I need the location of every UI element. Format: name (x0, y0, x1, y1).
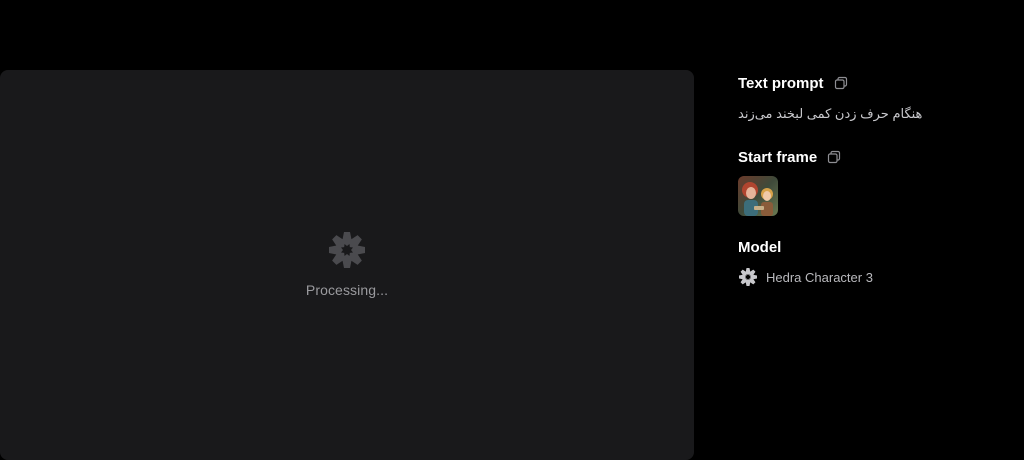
text-prompt-value: هنگام حرف زدن کمی لبخند می‌زند (738, 106, 923, 121)
text-prompt-header: Text prompt (738, 72, 1008, 94)
start-frame-title: Start frame (738, 148, 818, 166)
start-frame-thumbnail[interactable] (738, 176, 778, 216)
processing-indicator: Processing... (0, 230, 694, 298)
model-row: Hedra Character 3 (738, 266, 1008, 288)
page: Processing... Text prompt هنگام حرف زدن … (0, 0, 1024, 460)
model-title: Model (738, 238, 782, 256)
video-preview-panel: Processing... (0, 70, 694, 460)
start-frame-section: Start frame (738, 146, 1008, 216)
text-prompt-section: Text prompt هنگام حرف زدن کمی لبخند می‌ز… (738, 72, 1008, 124)
generation-details: Text prompt هنگام حرف زدن کمی لبخند می‌ز… (738, 72, 1008, 288)
hedra-logo-icon (739, 268, 757, 286)
text-prompt-title: Text prompt (738, 74, 824, 92)
loading-spinner-icon (329, 232, 365, 268)
copy-icon[interactable] (834, 76, 848, 90)
model-name: Hedra Character 3 (766, 269, 873, 285)
model-section: Model Hedra Character 3 (738, 236, 1008, 288)
processing-status-text: Processing... (305, 282, 389, 298)
model-header: Model (738, 236, 1008, 258)
copy-icon[interactable] (827, 150, 841, 164)
start-frame-header: Start frame (738, 146, 1008, 168)
